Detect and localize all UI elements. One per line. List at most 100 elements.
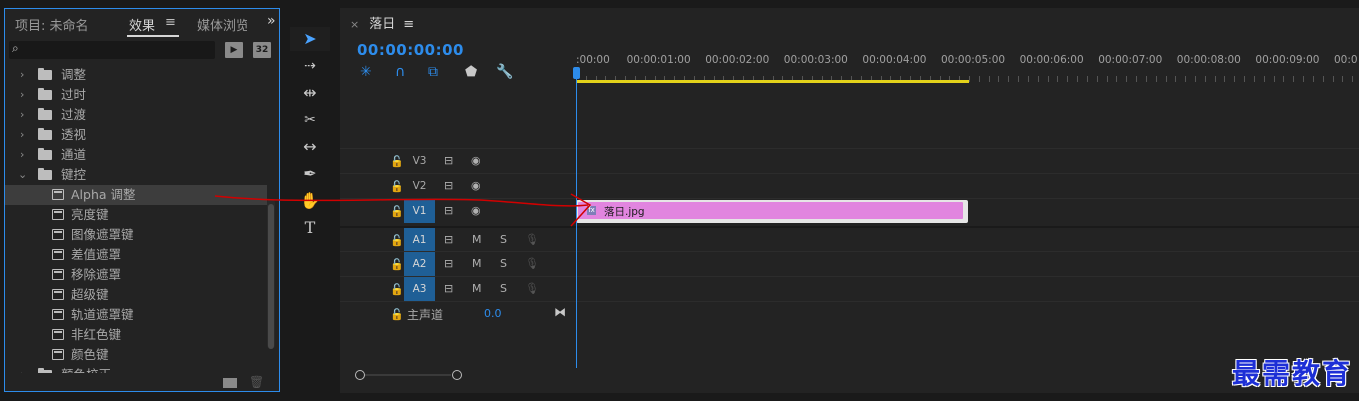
tree-folder-perspective[interactable]: › 透视 bbox=[5, 125, 267, 145]
eye-icon[interactable]: ◉ bbox=[471, 154, 481, 167]
tree-effect-difference-matte[interactable]: 差值遮罩 bbox=[5, 245, 267, 265]
tools-panel: ➤ ⇢ ⇹ ✂ ↔ ✒ ✋ T bbox=[290, 20, 330, 250]
mic-icon[interactable]: 🎙 bbox=[525, 233, 539, 246]
tree-folder-adjust[interactable]: › 调整 bbox=[5, 65, 267, 85]
sync-lock-icon[interactable]: ⊟ bbox=[444, 154, 453, 167]
chevron-right-icon[interactable]: › bbox=[20, 125, 24, 145]
ruler-label: 00:00:05:00 bbox=[941, 54, 1006, 66]
mute-button[interactable]: M bbox=[472, 257, 482, 270]
tree-folder-channel[interactable]: › 通道 bbox=[5, 145, 267, 165]
tree-folder-transition[interactable]: › 过渡 bbox=[5, 105, 267, 125]
clip-body[interactable]: fx 落日.jpg bbox=[578, 202, 963, 219]
chevron-right-icon[interactable]: › bbox=[20, 105, 24, 125]
mute-button[interactable]: M bbox=[472, 233, 482, 246]
lock-icon[interactable]: 🔓 bbox=[390, 258, 404, 271]
clip-v1[interactable]: fx 落日.jpg bbox=[576, 200, 968, 223]
solo-button[interactable]: S bbox=[500, 257, 507, 270]
zoom-handle-right[interactable] bbox=[452, 370, 462, 380]
track-v3: 🔓 V3 ⊟ ◉ bbox=[340, 148, 1359, 174]
playhead-line[interactable] bbox=[576, 68, 577, 368]
tab-media-browser[interactable]: 媒体浏览 bbox=[197, 15, 247, 34]
ruler-tick bbox=[1293, 76, 1295, 82]
type-tool-icon[interactable]: T bbox=[290, 216, 330, 240]
mute-button[interactable]: M bbox=[472, 282, 482, 295]
ruler-label: 00:00:06:00 bbox=[1019, 54, 1084, 66]
tree-effect-color-key[interactable]: 颜色键 bbox=[5, 345, 267, 365]
tab-project[interactable]: 项目: 未命名 bbox=[15, 15, 89, 34]
track-label[interactable]: V3 bbox=[404, 149, 435, 173]
lock-icon[interactable]: 🔓 bbox=[390, 283, 404, 296]
zoom-bar[interactable] bbox=[365, 374, 451, 376]
tree-effect-ultra-key[interactable]: 超级键 bbox=[5, 285, 267, 305]
sequence-tab[interactable]: × 落日 ≡ bbox=[350, 13, 414, 32]
track-label[interactable]: A1 bbox=[404, 228, 435, 252]
pen-tool-icon[interactable]: ✒ bbox=[290, 162, 330, 186]
mic-icon[interactable]: 🎙 bbox=[525, 282, 539, 295]
ruler-tick bbox=[1273, 76, 1275, 82]
eye-icon[interactable]: ◉ bbox=[471, 204, 481, 217]
add-marker-icon[interactable]: ⬟ bbox=[465, 64, 477, 80]
solo-button[interactable]: S bbox=[500, 233, 507, 246]
horizontal-zoom-scrollbar[interactable] bbox=[355, 368, 462, 382]
hamburger-icon[interactable]: ≡ bbox=[165, 15, 176, 30]
linked-selection-icon[interactable]: ⧉ bbox=[428, 64, 438, 80]
ruler-tick bbox=[978, 76, 980, 82]
tab-effects[interactable]: 效果 bbox=[129, 15, 155, 34]
chevron-right-icon[interactable]: › bbox=[20, 65, 24, 85]
work-area-bar[interactable] bbox=[576, 80, 969, 83]
sync-lock-icon[interactable]: ⊟ bbox=[444, 282, 453, 295]
lock-icon[interactable]: 🔓 bbox=[390, 234, 404, 247]
lock-icon[interactable]: 🔓 bbox=[390, 205, 404, 218]
chevron-right-icon[interactable]: › bbox=[20, 85, 24, 105]
new-bin-icon[interactable] bbox=[223, 378, 237, 388]
eye-icon[interactable]: ◉ bbox=[471, 179, 481, 192]
wrench-icon[interactable]: 🔧 bbox=[496, 64, 513, 80]
tree-effect-remove-matte[interactable]: 移除遮罩 bbox=[5, 265, 267, 285]
trash-icon[interactable]: 🗑 bbox=[249, 375, 264, 389]
search-input[interactable]: ⌕ bbox=[9, 41, 215, 59]
lock-icon[interactable]: 🔓 bbox=[390, 180, 404, 193]
playhead-handle[interactable] bbox=[573, 67, 580, 79]
track-label[interactable]: V1 bbox=[404, 199, 435, 223]
tree-folder-keying[interactable]: ⌄ 键控 bbox=[5, 165, 267, 185]
track-label[interactable]: V2 bbox=[404, 174, 435, 198]
selection-tool-icon[interactable]: ➤ bbox=[290, 27, 330, 51]
scrollbar-thumb[interactable] bbox=[268, 204, 274, 349]
tree-effect-alpha-adjust[interactable]: Alpha 调整 bbox=[5, 185, 267, 205]
ripple-edit-tool-icon[interactable]: ⇹ bbox=[290, 81, 330, 105]
razor-tool-icon[interactable]: ✂ bbox=[290, 108, 330, 132]
chevron-right-icon[interactable]: › bbox=[20, 145, 24, 165]
slip-tool-icon[interactable]: ↔ bbox=[290, 135, 330, 159]
zoom-handle-left[interactable] bbox=[355, 370, 365, 380]
track-label[interactable]: A3 bbox=[404, 277, 435, 301]
hamburger-icon[interactable]: ≡ bbox=[403, 17, 414, 32]
close-icon[interactable]: × bbox=[350, 18, 359, 31]
ruler-tick bbox=[1155, 76, 1157, 82]
tree-folder-obsolete[interactable]: › 过时 bbox=[5, 85, 267, 105]
accelerated-effects-button[interactable]: ▶ bbox=[225, 42, 243, 58]
mic-icon[interactable]: 🎙 bbox=[525, 257, 539, 270]
lock-icon[interactable]: 🔓 bbox=[390, 308, 404, 321]
sync-lock-icon[interactable]: ⊟ bbox=[444, 257, 453, 270]
sync-lock-icon[interactable]: ⊟ bbox=[444, 233, 453, 246]
track-select-tool-icon[interactable]: ⇢ bbox=[290, 54, 330, 78]
tree-effect-track-matte-key[interactable]: 轨道遮罩键 bbox=[5, 305, 267, 325]
master-volume[interactable]: 0.0 bbox=[484, 307, 502, 320]
track-label[interactable]: A2 bbox=[404, 252, 435, 276]
sync-lock-icon[interactable]: ⊟ bbox=[444, 204, 453, 217]
snap-icon[interactable]: ∩ bbox=[395, 64, 405, 80]
sync-lock-icon[interactable]: ⊟ bbox=[444, 179, 453, 192]
tree-effect-luma-key[interactable]: 亮度键 bbox=[5, 205, 267, 225]
ruler-tick bbox=[1332, 76, 1334, 82]
lock-icon[interactable]: 🔓 bbox=[390, 155, 404, 168]
solo-button[interactable]: S bbox=[500, 282, 507, 295]
tree-effect-image-matte-key[interactable]: 图像遮罩键 bbox=[5, 225, 267, 245]
playhead-timecode[interactable]: 00:00:00:00 bbox=[357, 41, 464, 59]
double-chevron-right-icon[interactable]: » bbox=[267, 13, 276, 29]
nest-toggle-icon[interactable]: ✳ bbox=[360, 64, 372, 80]
go-to-in-out-icon[interactable]: ⧓ bbox=[554, 305, 566, 319]
hand-tool-icon[interactable]: ✋ bbox=[290, 189, 330, 213]
32bit-effects-button[interactable]: 32 bbox=[253, 42, 271, 58]
chevron-down-icon[interactable]: ⌄ bbox=[18, 165, 27, 185]
tree-effect-non-red-key[interactable]: 非红色键 bbox=[5, 325, 267, 345]
